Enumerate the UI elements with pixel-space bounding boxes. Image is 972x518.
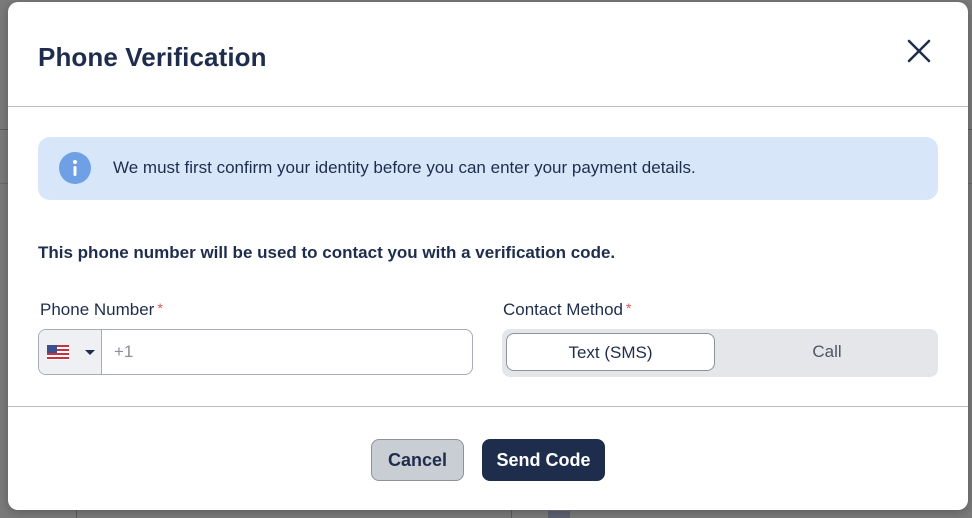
chevron-down-icon (85, 350, 95, 355)
phone-number-input[interactable] (102, 330, 470, 374)
required-marker: * (626, 300, 632, 316)
info-icon (59, 152, 91, 184)
country-code-select[interactable] (39, 330, 102, 374)
instructions-text: This phone number will be used to contac… (38, 243, 616, 262)
required-marker: * (157, 300, 163, 316)
dialog-header: Phone Verification (8, 2, 968, 107)
close-button[interactable] (904, 36, 934, 66)
info-banner-text: We must first confirm your identity befo… (113, 158, 696, 177)
dialog-title: Phone Verification (38, 42, 267, 72)
contact-method-sms-option[interactable]: Text (SMS) (506, 333, 715, 371)
phone-verification-dialog: Phone Verification We must first confirm… (8, 2, 968, 510)
contact-method-call-option[interactable]: Call (720, 333, 934, 371)
contact-method-label-text: Contact Method (503, 300, 624, 319)
dialog-body: We must first confirm your identity befo… (8, 107, 968, 407)
phone-number-field (38, 329, 473, 375)
cancel-button[interactable]: Cancel (371, 439, 464, 481)
contact-method-toggle: Text (SMS) Call (502, 329, 938, 377)
us-flag-icon (47, 345, 69, 360)
close-icon (907, 39, 931, 63)
backdrop-flag-icon (548, 511, 570, 518)
phone-number-label: Phone Number * (40, 300, 163, 320)
dialog-footer: Cancel Send Code (8, 406, 968, 510)
phone-number-label-text: Phone Number (40, 300, 155, 319)
send-code-button[interactable]: Send Code (482, 439, 605, 481)
contact-method-label: Contact Method * (503, 300, 631, 320)
info-banner: We must first confirm your identity befo… (38, 137, 938, 200)
